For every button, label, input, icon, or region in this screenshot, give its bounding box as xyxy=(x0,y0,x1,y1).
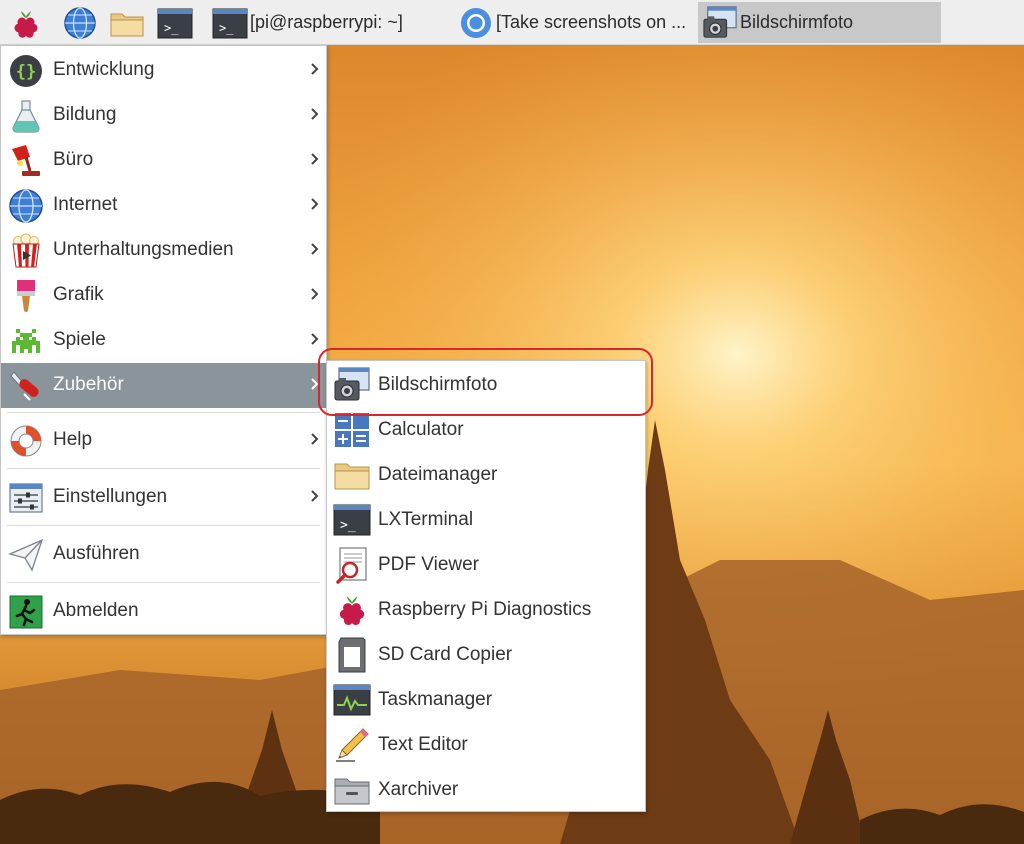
chevron-right-icon xyxy=(311,108,319,120)
settings-sliders-icon xyxy=(9,483,43,513)
exit-icon xyxy=(9,595,43,629)
paintbrush-icon xyxy=(17,280,35,312)
menu-item-label: Büro xyxy=(53,149,94,170)
menu-item-buero[interactable]: Büro xyxy=(1,138,326,183)
chevron-right-icon xyxy=(311,243,319,255)
flask-icon xyxy=(12,100,40,133)
menu-item-internet[interactable]: Internet xyxy=(1,183,326,228)
raspberry-icon[interactable] xyxy=(8,5,44,41)
menu-item-label: Unterhaltungsmedien xyxy=(53,239,234,260)
menu-item-label: Bildung xyxy=(53,104,117,125)
taskbar-window-browser[interactable]: [Take screenshots on ... xyxy=(454,2,696,43)
camera-screenshot-icon xyxy=(703,5,737,38)
menu-item-label: Entwicklung xyxy=(53,59,155,80)
chevron-right-icon xyxy=(311,490,319,502)
space-invader-icon xyxy=(12,329,40,353)
chevron-right-icon xyxy=(311,63,319,75)
submenu-item-label: Calculator xyxy=(378,419,464,440)
svg-text:>_: >_ xyxy=(340,518,356,533)
svg-text:>_: >_ xyxy=(219,21,234,35)
menu-item-spiele[interactable]: Spiele xyxy=(1,318,326,363)
pdf-viewer-icon xyxy=(336,547,367,584)
menu-item-entwicklung[interactable]: {} Entwicklung xyxy=(1,48,326,93)
submenu-item-text-editor[interactable]: Text Editor xyxy=(327,722,645,767)
accessories-submenu: Bildschirmfoto Calculator Dateimanager >… xyxy=(326,360,646,812)
braces-icon: {} xyxy=(10,55,42,87)
desk-lamp-icon xyxy=(12,145,40,176)
menu-item-grafik[interactable]: Grafik xyxy=(1,273,326,318)
menu-item-label: Grafik xyxy=(53,284,104,305)
chevron-right-icon xyxy=(311,433,319,445)
folder-icon xyxy=(334,463,370,490)
raspberry-icon xyxy=(339,596,365,625)
taskbar-window-label: [pi@raspberrypi: ~] xyxy=(250,12,403,32)
archive-icon xyxy=(334,778,370,805)
terminal-icon: >_ xyxy=(333,504,371,536)
pencil-icon xyxy=(336,728,369,762)
annotation-highlight-ring xyxy=(318,348,653,416)
menu-item-bildung[interactable]: Bildung xyxy=(1,93,326,138)
submenu-item-raspberry-pi-diagnostics[interactable]: Raspberry Pi Diagnostics xyxy=(327,587,645,632)
paper-plane-icon xyxy=(8,538,44,572)
submenu-item-label: Dateimanager xyxy=(378,464,498,485)
lifebuoy-icon xyxy=(10,425,42,457)
submenu-item-lxterminal[interactable]: >_ LXTerminal xyxy=(327,497,645,542)
submenu-item-label: LXTerminal xyxy=(378,509,474,530)
menu-item-label: Ausführen xyxy=(53,543,140,564)
terminal-icon[interactable]: >_ xyxy=(157,5,193,41)
menu-item-unterhaltungsmedien[interactable]: Unterhaltungsmedien xyxy=(1,228,326,273)
submenu-item-label: Taskmanager xyxy=(378,689,493,710)
menu-item-label: Einstellungen xyxy=(53,486,168,507)
menu-item-zubehoer[interactable]: Zubehör xyxy=(1,363,326,408)
task-monitor-icon xyxy=(333,684,371,716)
menu-item-ausfuehren[interactable]: Ausführen xyxy=(1,532,326,577)
taskbar-window-terminal[interactable]: >_ [pi@raspberrypi: ~] xyxy=(208,2,448,43)
menu-item-label: Help xyxy=(53,429,93,450)
taskbar: >_ >_ [pi@raspberrypi: ~] [Take screensh… xyxy=(0,0,1024,45)
taskbar-window-label: Bildschirmfoto xyxy=(740,12,854,32)
application-menu: {} Entwicklung Bildung Büro Internet Unt… xyxy=(0,45,327,635)
taskbar-window-screenshot[interactable]: Bildschirmfoto xyxy=(698,2,941,43)
submenu-item-dateimanager[interactable]: Dateimanager xyxy=(327,452,645,497)
menu-item-label: Zubehör xyxy=(53,374,124,395)
calculator-icon xyxy=(335,413,369,447)
svg-text:{}: {} xyxy=(16,62,36,82)
chevron-right-icon xyxy=(311,153,319,165)
menu-separator xyxy=(7,525,320,526)
menu-separator xyxy=(7,412,320,413)
popcorn-icon xyxy=(12,233,40,268)
terminal-icon: >_ xyxy=(212,8,248,38)
chevron-right-icon xyxy=(311,333,319,345)
menu-separator xyxy=(7,468,320,469)
menu-separator xyxy=(7,582,320,583)
chevron-right-icon xyxy=(311,288,319,300)
menu-item-help[interactable]: Help xyxy=(1,418,326,463)
chromium-icon xyxy=(461,7,491,38)
menu-item-einstellungen[interactable]: Einstellungen xyxy=(1,475,326,520)
submenu-item-label: SD Card Copier xyxy=(378,644,513,665)
submenu-item-label: PDF Viewer xyxy=(378,554,480,575)
submenu-item-taskmanager[interactable]: Taskmanager xyxy=(327,677,645,722)
menu-item-label: Internet xyxy=(53,194,118,215)
globe-icon xyxy=(9,189,43,223)
submenu-item-pdf-viewer[interactable]: PDF Viewer xyxy=(327,542,645,587)
svg-text:>_: >_ xyxy=(164,21,179,35)
taskbar-window-label: [Take screenshots on ... xyxy=(496,12,687,32)
submenu-item-label: Xarchiver xyxy=(378,779,459,800)
chevron-right-icon xyxy=(311,198,319,210)
submenu-item-sd-card-copier[interactable]: SD Card Copier xyxy=(327,632,645,677)
menu-item-label: Spiele xyxy=(53,329,106,350)
folder-icon[interactable] xyxy=(109,5,145,41)
submenu-item-xarchiver[interactable]: Xarchiver xyxy=(327,767,645,812)
swiss-knife-icon xyxy=(10,371,39,401)
sd-card-icon xyxy=(338,637,366,673)
menu-item-label: Abmelden xyxy=(53,600,139,621)
submenu-item-label: Text Editor xyxy=(378,734,468,755)
menu-item-abmelden[interactable]: Abmelden xyxy=(1,589,326,634)
submenu-item-label: Raspberry Pi Diagnostics xyxy=(378,599,592,620)
globe-icon[interactable] xyxy=(62,5,98,41)
